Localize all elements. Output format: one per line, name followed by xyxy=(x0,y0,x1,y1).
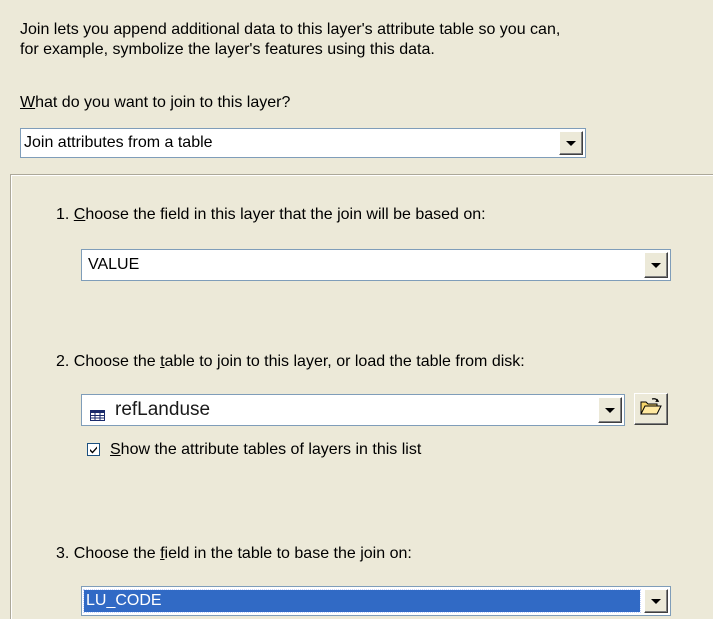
chevron-down-icon xyxy=(605,408,615,413)
intro-text: Join lets you append additional data to … xyxy=(20,20,700,60)
layer-field-dropdown-button[interactable] xyxy=(644,252,668,278)
step2-text: able to join to this layer, or load the … xyxy=(164,353,525,370)
layer-field-dropdown[interactable]: VALUE xyxy=(81,249,671,281)
step2-label: 2. Choose the table to join to this laye… xyxy=(56,352,525,372)
chevron-down-icon xyxy=(566,141,576,146)
join-type-label: What do you want to join to this layer? xyxy=(20,93,290,113)
browse-table-button[interactable] xyxy=(634,393,668,425)
join-type-dropdown-button[interactable] xyxy=(559,131,583,155)
table-field-dropdown[interactable]: LU_CODE xyxy=(81,586,671,616)
join-table-dropdown-button[interactable] xyxy=(598,397,622,423)
join-table-value: refLanduse xyxy=(90,395,210,425)
join-type-dropdown[interactable]: Join attributes from a table xyxy=(20,128,586,158)
intro-line-1: Join lets you append additional data to … xyxy=(20,21,561,38)
open-folder-icon xyxy=(640,397,662,421)
join-type-value: Join attributes from a table xyxy=(24,134,213,151)
step1-mnemonic: C xyxy=(73,206,86,223)
step1-label: 1. Choose the field in this layer that t… xyxy=(56,205,486,225)
join-type-label-mnemonic: W xyxy=(20,94,36,111)
step3-label: 3. Choose the field in the table to base… xyxy=(56,544,412,564)
chevron-down-icon xyxy=(651,599,661,604)
join-type-label-text: hat do you want to join to this layer? xyxy=(35,94,291,111)
show-attribute-tables-mnemonic: S xyxy=(110,441,121,458)
join-table-name: refLanduse xyxy=(115,399,211,420)
join-table-dropdown[interactable]: refLanduse xyxy=(81,394,625,426)
intro-line-2: for example, symbolize the layer's featu… xyxy=(20,41,435,58)
table-icon xyxy=(90,405,105,421)
step1-prefix: 1. xyxy=(56,206,74,223)
table-field-selected-text: LU_CODE xyxy=(83,589,641,613)
show-attribute-tables-label[interactable]: Show the attribute tables of layers in t… xyxy=(110,440,421,460)
table-field-value: LU_CODE xyxy=(83,587,641,615)
table-field-dropdown-button[interactable] xyxy=(644,589,668,613)
step3-text: ield in the table to base the join on: xyxy=(164,545,412,562)
chevron-down-icon xyxy=(651,263,661,268)
step1-text: hoose the field in this layer that the j… xyxy=(85,206,486,223)
layer-field-value: VALUE xyxy=(88,256,140,273)
show-attribute-tables-text: how the attribute tables of layers in th… xyxy=(120,441,422,458)
step2-prefix: 2. Choose the xyxy=(56,353,161,370)
show-attribute-tables-checkbox[interactable] xyxy=(87,443,100,456)
step3-prefix: 3. Choose the xyxy=(56,545,161,562)
checkmark-icon xyxy=(90,446,97,454)
